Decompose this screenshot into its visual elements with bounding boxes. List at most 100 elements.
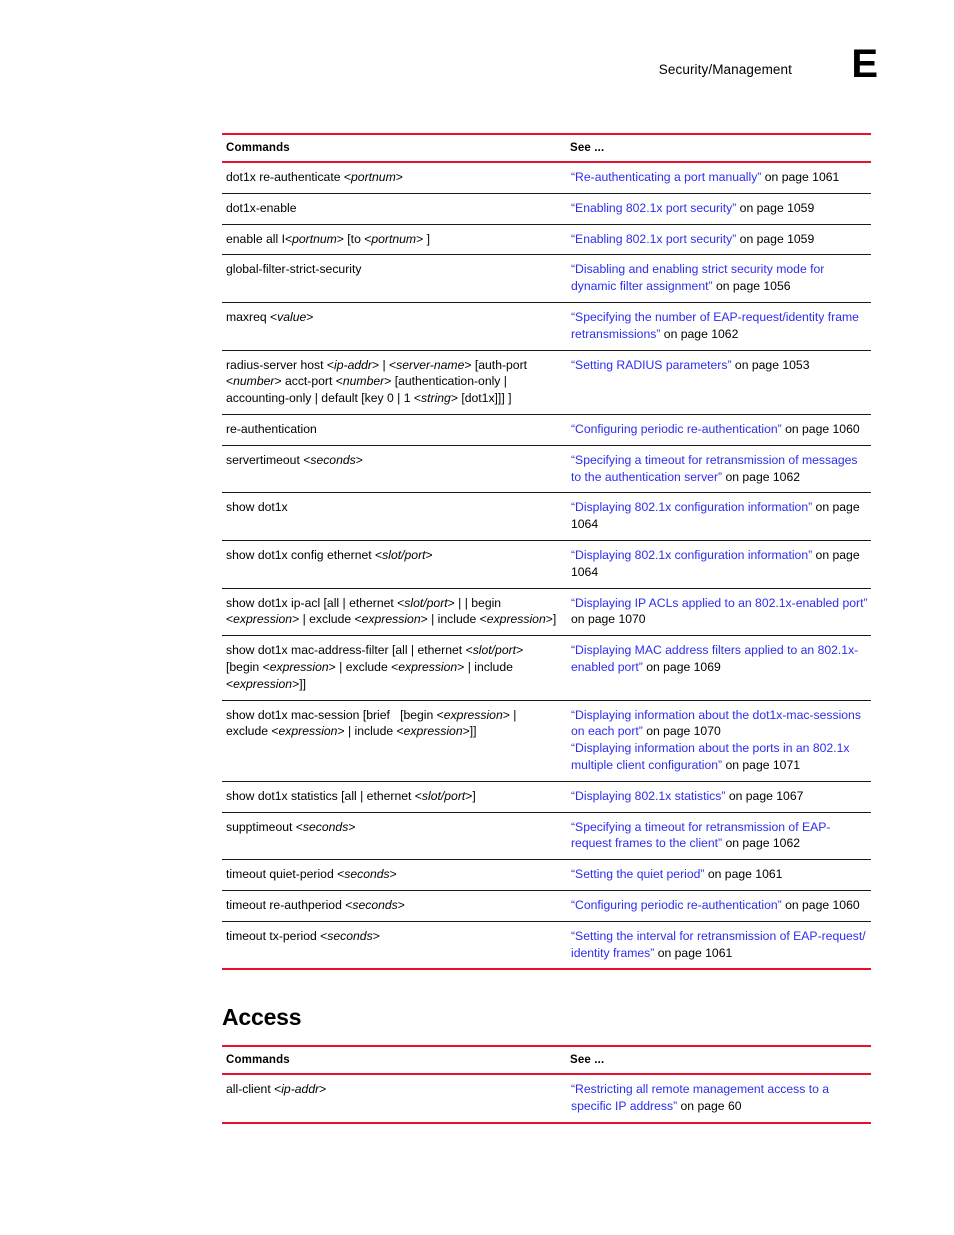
page-reference: on page 1062 <box>722 469 801 484</box>
table-row: show dot1x config ethernet <slot/port> “D… <box>222 540 871 589</box>
table-row: timeout re-authperiod <seconds> “Configur… <box>222 890 871 922</box>
column-header-see: See ... <box>566 134 871 163</box>
cross-reference-link[interactable]: “Enabling 802.1x port security” <box>571 201 736 215</box>
see-reference: “Setting RADIUS parameters” on page 1053 <box>571 357 871 374</box>
see-references: “Specifying the number of EAP-request/id… <box>566 302 871 351</box>
cross-reference-link[interactable]: “Displaying information about the ports … <box>571 741 849 772</box>
page-reference: on page 1070 <box>642 724 721 739</box>
page-reference: on page 1060 <box>781 897 860 912</box>
table-row: show dot1x mac-session [brief [begin <ex… <box>222 700 871 782</box>
see-references: “Disabling and enabling strict security … <box>566 254 871 303</box>
command-syntax: show dot1x statistics [all | ethernet <s… <box>222 781 566 813</box>
see-references: “Displaying 802.1x configuration informa… <box>566 540 871 589</box>
see-reference: “Enabling 802.1x port security” on page … <box>571 231 871 248</box>
see-references: “Enabling 802.1x port security” on page … <box>566 193 871 225</box>
see-references: “Displaying 802.1x statistics” on page 1… <box>566 781 871 813</box>
page-reference: on page 1070 <box>571 612 646 627</box>
cross-reference-link[interactable]: “Enabling 802.1x port security” <box>571 232 736 246</box>
command-syntax: show dot1x mac-session [brief [begin <ex… <box>222 700 566 782</box>
see-references: “Displaying IP ACLs applied to an 802.1x… <box>566 588 871 637</box>
column-header-see: See ... <box>566 1046 871 1076</box>
see-reference: “Displaying information about the dot1x-… <box>571 707 871 741</box>
page-reference: on page 1062 <box>722 836 801 851</box>
see-references: “Specifying a timeout for retransmission… <box>566 445 871 494</box>
table-row: maxreq <value> “Specifying the number of … <box>222 302 871 351</box>
table-row: enable all I<portnum> [to <portnum> ] “En… <box>222 224 871 256</box>
cross-reference-link[interactable]: “Setting the quiet period” <box>571 867 704 881</box>
command-syntax: global-filter-strict-security <box>222 254 566 303</box>
see-reference: “Displaying MAC address filters applied … <box>571 642 871 676</box>
command-syntax: radius-server host <ip-addr> | <server-n… <box>222 350 566 415</box>
cross-reference-link[interactable]: “Displaying 802.1x statistics” <box>571 789 725 803</box>
page-reference: on page 1053 <box>731 357 810 372</box>
cross-reference-link[interactable]: “Configuring periodic re-authentication” <box>571 422 782 436</box>
cross-reference-link[interactable]: “Displaying IP ACLs applied to an 802.1x… <box>571 596 868 610</box>
see-reference: “Displaying 802.1x configuration informa… <box>571 499 871 533</box>
command-syntax: timeout re-authperiod <seconds> <box>222 890 566 922</box>
see-references: “Restricting all remote management acces… <box>566 1074 871 1123</box>
table-row: re-authentication “Configuring periodic r… <box>222 414 871 446</box>
page-reference: on page 1060 <box>781 421 860 436</box>
command-syntax: show dot1x mac-address-filter [all | eth… <box>222 635 566 701</box>
table-row: servertimeout <seconds> “Specifying a tim… <box>222 445 871 494</box>
page-reference: on page 1059 <box>736 231 815 246</box>
tables-host: Commands See ... dot1x re-authenticate <po… <box>222 133 871 1124</box>
see-references: “Specifying a timeout for retransmission… <box>566 812 871 861</box>
page-reference: on page 1061 <box>761 170 840 184</box>
table-row: timeout quiet-period <seconds> “Setting t… <box>222 859 871 891</box>
see-reference: “Displaying information about the ports … <box>571 740 871 774</box>
table-row: supptimeout <seconds> “Specifying a timeo… <box>222 812 871 861</box>
table-row: dot1x-enable “Enabling 802.1x port securi… <box>222 193 871 225</box>
see-reference: “Specifying a timeout for retransmission… <box>571 819 871 853</box>
page-reference: on page 1061 <box>704 867 783 882</box>
column-header-commands: Commands <box>222 1046 566 1076</box>
page-reference: on page 1059 <box>736 200 815 215</box>
command-syntax: show dot1x <box>222 492 566 541</box>
cross-reference-link[interactable]: “Displaying 802.1x configuration informa… <box>571 500 812 514</box>
table-row: dot1x re-authenticate <portnum> “Re-authe… <box>222 162 871 194</box>
command-syntax: timeout tx-period <seconds> <box>226 928 380 943</box>
table-row: show dot1x statistics [all | ethernet <s… <box>222 781 871 813</box>
see-reference: “Displaying IP ACLs applied to an 802.1x… <box>571 595 871 629</box>
command-syntax: dot1x-enable <box>222 193 566 225</box>
see-reference: “Displaying 802.1x configuration informa… <box>571 547 871 581</box>
table-row: timeout tx-period <seconds> “Setting the … <box>222 921 871 969</box>
commands-table-access-commands: Commands See ... all-client <ip-addr> “Rest… <box>222 1045 871 1124</box>
see-references: “Setting RADIUS parameters” on page 1053 <box>566 350 871 415</box>
see-reference: “Specifying the number of EAP-request/id… <box>571 309 871 343</box>
commands-table-security-management-commands: Commands See ... dot1x re-authenticate <po… <box>222 133 871 971</box>
table-row: radius-server host <ip-addr> | <server-n… <box>222 350 871 415</box>
page-reference: on page 1056 <box>712 279 791 294</box>
command-syntax: enable all I<portnum> [to <portnum> ] <box>222 224 566 256</box>
command-syntax: servertimeout <seconds> <box>222 445 566 494</box>
see-reference: “Enabling 802.1x port security” on page … <box>571 200 871 217</box>
see-references: “Displaying MAC address filters applied … <box>566 635 871 701</box>
cross-reference-link[interactable]: “Configuring periodic re-authentication” <box>571 898 782 912</box>
see-references: “Enabling 802.1x port security” on page … <box>566 224 871 256</box>
cross-reference-link[interactable]: “Re-authenticating a port manually” <box>571 170 761 184</box>
document-page: Security/Management E Commands See ... dot… <box>0 0 954 1235</box>
see-reference: “Re-authenticating a port manually” on p… <box>571 169 871 186</box>
table-row: global-filter-strict-security “Disabling … <box>222 254 871 303</box>
see-reference: “Setting the interval for retransmission… <box>571 928 871 962</box>
running-header-title: Security/Management <box>658 62 792 77</box>
command-syntax: timeout quiet-period <seconds> <box>222 859 566 891</box>
cross-reference-link[interactable]: “Displaying 802.1x configuration informa… <box>571 548 812 562</box>
command-syntax: all-client <ip-addr> <box>226 1082 327 1097</box>
table-header-row: Commands See ... <box>222 134 871 163</box>
running-header: Security/Management E <box>0 44 954 98</box>
page-reference: on page 1067 <box>725 788 804 803</box>
cross-reference-link[interactable]: “Specifying a timeout for retransmission… <box>571 453 858 484</box>
see-references: “Setting the quiet period” on page 1061 <box>566 859 871 891</box>
see-reference: “Configuring periodic re-authentication”… <box>571 897 871 914</box>
command-syntax: show dot1x config ethernet <slot/port> <box>222 540 566 589</box>
table-row: show dot1x “Displaying 802.1x configurati… <box>222 492 871 541</box>
table-row: show dot1x ip-acl [all | ethernet <slot/… <box>222 588 871 637</box>
command-syntax: supptimeout <seconds> <box>222 812 566 861</box>
section-heading-access-commands: Access <box>222 1004 302 1031</box>
see-reference: “Displaying 802.1x statistics” on page 1… <box>571 788 871 805</box>
page-reference: on page 1062 <box>660 326 739 341</box>
page-reference: on page 1071 <box>722 757 801 772</box>
see-reference: “Configuring periodic re-authentication”… <box>571 421 871 438</box>
cross-reference-link[interactable]: “Setting RADIUS parameters” <box>571 358 732 372</box>
